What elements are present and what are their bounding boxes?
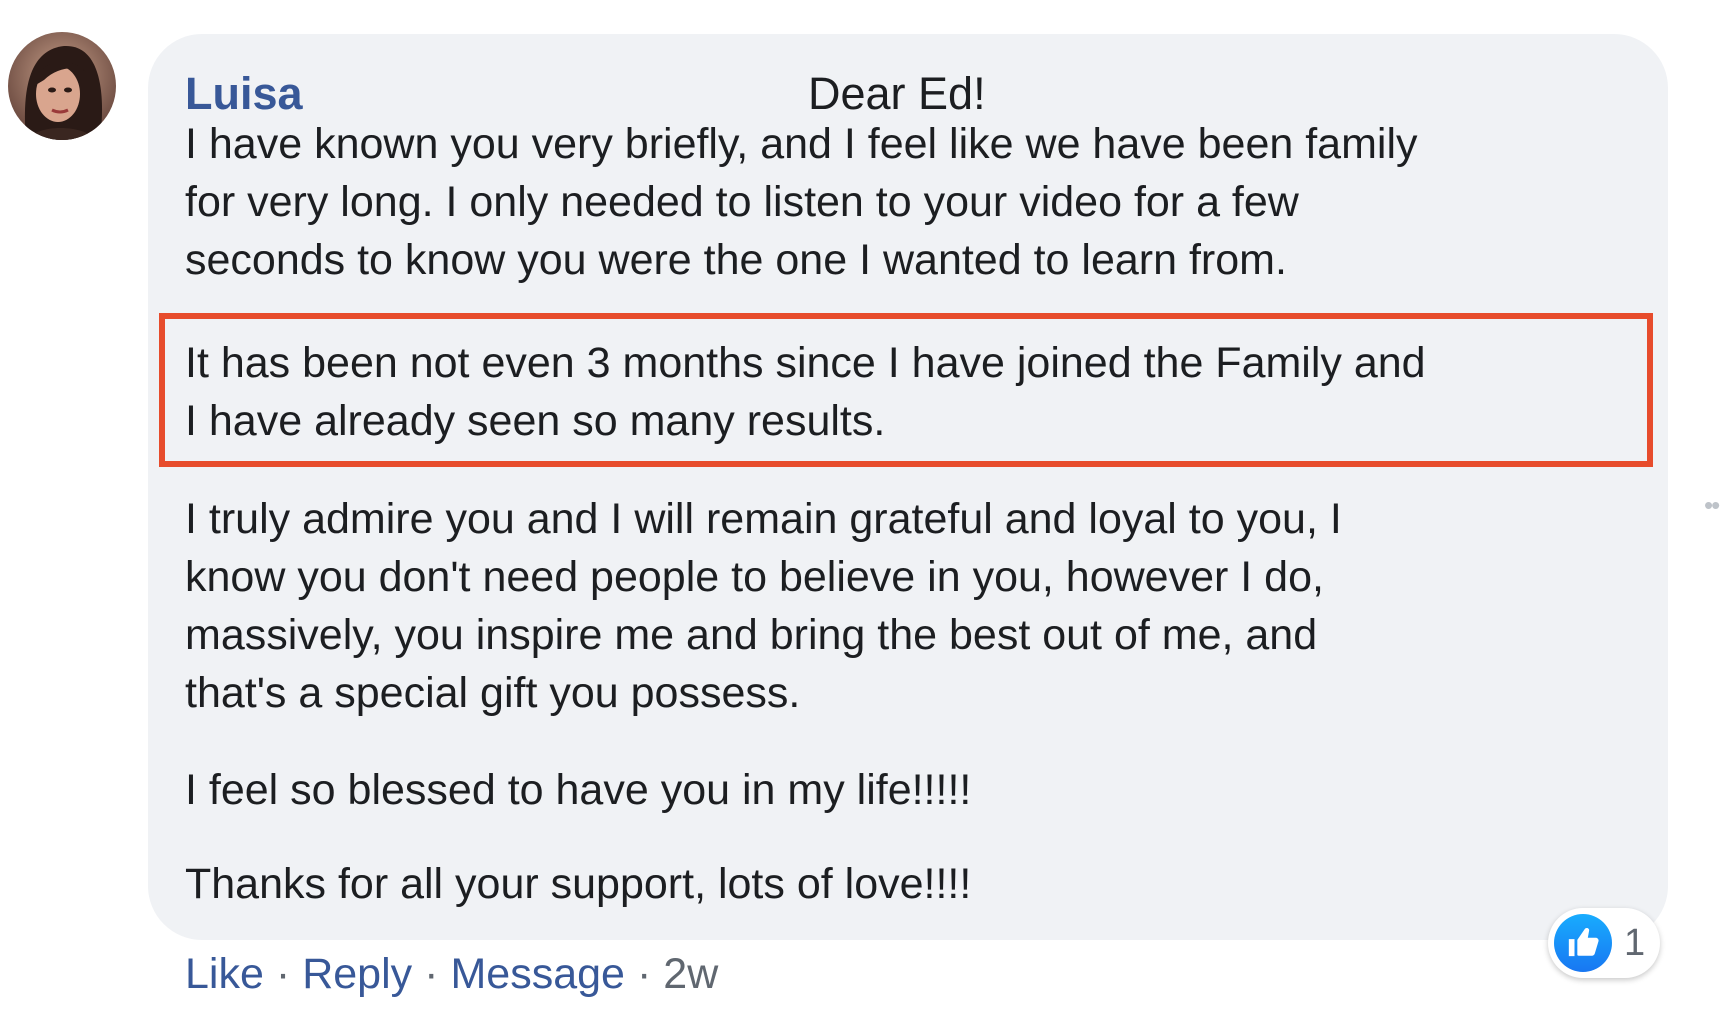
comment-text-line: Thanks for all your support, lots of lov… bbox=[185, 860, 972, 908]
comment-text-line: I have known you very briefly, and I fee… bbox=[185, 120, 1418, 168]
comment-author-name[interactable]: Luisa bbox=[185, 66, 303, 122]
avatar[interactable] bbox=[8, 32, 116, 140]
comment-paragraph-3: I truly admire you and I will remain gra… bbox=[185, 490, 1342, 722]
reply-link[interactable]: Reply bbox=[302, 950, 412, 998]
more-options-icon[interactable]: •• bbox=[1704, 490, 1720, 521]
timestamp[interactable]: 2w bbox=[663, 950, 718, 998]
highlight-box bbox=[159, 313, 1653, 467]
comment-actions: Like · Reply · Message · 2w bbox=[185, 946, 718, 1002]
comment-text-line: know you don't need people to believe in… bbox=[185, 553, 1324, 601]
separator-dot: · bbox=[275, 950, 291, 998]
separator-dot: · bbox=[424, 950, 439, 998]
comment-text-line: that's a special gift you possess. bbox=[185, 669, 801, 717]
comment-greeting: Dear Ed! bbox=[808, 68, 986, 119]
message-link[interactable]: Message bbox=[450, 950, 624, 998]
separator-dot: · bbox=[636, 950, 652, 998]
like-link[interactable]: Like bbox=[185, 950, 264, 998]
like-reaction-icon bbox=[1554, 914, 1612, 972]
comment-text-line: massively, you inspire me and bring the … bbox=[185, 611, 1318, 659]
profile-photo bbox=[8, 32, 116, 140]
comment-text-line: I feel so blessed to have you in my life… bbox=[185, 766, 972, 814]
comment-paragraph-5: Thanks for all your support, lots of lov… bbox=[185, 855, 971, 913]
comment-text-line: seconds to know you were the one I wante… bbox=[185, 236, 1287, 284]
comment-paragraph-1: I have known you very briefly, and I fee… bbox=[185, 115, 1418, 289]
comment-paragraph-4: I feel so blessed to have you in my life… bbox=[185, 761, 971, 819]
comment-text-line: I truly admire you and I will remain gra… bbox=[185, 495, 1342, 543]
comment-text-line: for very long. I only needed to listen t… bbox=[185, 178, 1299, 226]
reaction-summary[interactable]: 1 bbox=[1548, 908, 1660, 978]
reaction-count: 1 bbox=[1624, 922, 1646, 964]
